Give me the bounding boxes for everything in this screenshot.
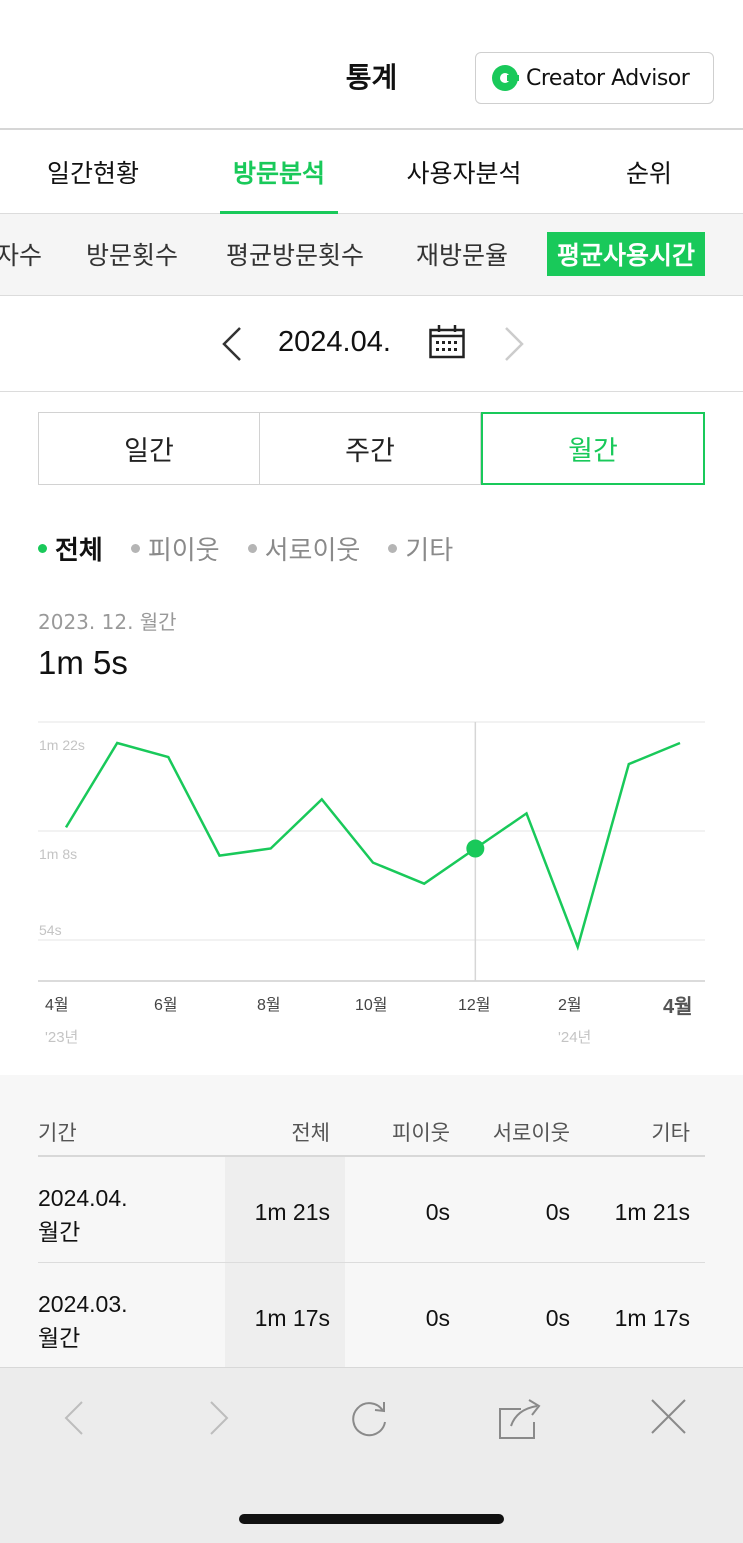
filter-dot-icon: [38, 544, 47, 553]
row-mutual: 0s: [545, 1199, 570, 1225]
current-date: 2024.04.: [278, 326, 391, 358]
highlighted-point[interactable]: [466, 839, 485, 858]
tab-visit-analysis[interactable]: 방문분석: [220, 130, 338, 215]
x-tick-label: 8월: [257, 996, 281, 1014]
tab-ranking[interactable]: 순위: [606, 130, 692, 214]
y-tick-label: 54s: [39, 922, 62, 938]
browser-toolbar: [0, 1367, 743, 1543]
col-other: 기타: [651, 1121, 690, 1145]
series-line: [64, 741, 681, 951]
audience-filters: 전체 피이웃 서로이웃 기타: [38, 530, 481, 567]
prev-date-icon[interactable]: [218, 326, 248, 362]
table-row[interactable]: 2024.03. 월간 1m 17s 0s 0s 1m 17s: [0, 1263, 743, 1369]
subtab-visitors[interactable]: 자수: [0, 232, 42, 276]
filter-dot-icon: [130, 544, 140, 553]
filter-other[interactable]: 기타: [388, 530, 453, 567]
sub-tabs: 자수 방문횟수 평균방문횟수 재방문율 평균사용시간: [0, 214, 743, 296]
row-neighbor: 0s: [425, 1199, 450, 1225]
main-tabs: 일간현황 방문분석 사용자분석 순위: [0, 130, 743, 215]
filter-mutual-neighbor[interactable]: 서로이웃: [247, 530, 361, 567]
subtab-avg-visit-count[interactable]: 평균방문횟수: [226, 232, 364, 276]
filter-dot-icon: [388, 544, 398, 553]
x-tick-label: 12월: [458, 996, 491, 1014]
row-period-date: 2024.03.: [38, 1291, 128, 1317]
date-navigator: 2024.04.: [0, 296, 743, 392]
table-row[interactable]: 2024.04. 월간 1m 21s 0s 0s 1m 21s: [0, 1157, 743, 1263]
period-weekly-button[interactable]: 주간: [260, 412, 481, 485]
filter-label: 서로이웃: [264, 536, 361, 566]
tab-daily-status[interactable]: 일간현황: [30, 130, 156, 214]
x-tick-label: 4월: [45, 996, 69, 1014]
row-total: 1m 21s: [254, 1199, 330, 1225]
calendar-icon[interactable]: [429, 325, 465, 359]
creator-advisor-label: Creator Advisor: [526, 65, 690, 91]
tab-user-analysis[interactable]: 사용자분석: [396, 130, 532, 214]
table-header: 기간 전체 피이웃 서로이웃 기타: [38, 1075, 705, 1157]
period-daily-button[interactable]: 일간: [38, 412, 260, 485]
header: 통계 Creator Advisor: [0, 0, 743, 130]
row-period-type: 월간: [38, 1325, 81, 1351]
share-icon[interactable]: [497, 1398, 543, 1440]
year-label: '24년: [558, 1029, 591, 1046]
creator-advisor-button[interactable]: Creator Advisor: [475, 52, 714, 104]
filter-neighbor[interactable]: 피이웃: [130, 530, 220, 567]
forward-icon[interactable]: [205, 1398, 235, 1438]
filter-label: 전체: [55, 536, 103, 566]
x-tick-label: 10월: [355, 996, 388, 1014]
col-mutual: 서로이웃: [492, 1121, 570, 1145]
next-date-icon[interactable]: [500, 326, 530, 362]
subtab-visit-count[interactable]: 방문횟수: [86, 232, 178, 276]
close-icon[interactable]: [650, 1398, 688, 1436]
filter-label: 기타: [405, 536, 454, 566]
home-indicator: [239, 1514, 504, 1524]
summary-period-label: 2023. 12. 월간: [38, 610, 177, 634]
summary-value: 1m 5s: [38, 644, 128, 681]
y-tick-label: 1m 22s: [39, 737, 85, 753]
subtab-avg-usage-time[interactable]: 평균사용시간: [547, 232, 706, 276]
row-mutual: 0s: [545, 1305, 570, 1331]
period-selector: 일간 주간 월간: [38, 412, 705, 485]
col-total: 전체: [291, 1121, 330, 1145]
y-tick-label: 1m 8s: [39, 846, 77, 862]
back-icon[interactable]: [58, 1398, 88, 1438]
stats-table: 기간 전체 피이웃 서로이웃 기타 2024.04. 월간 1m 21s 0s …: [0, 1075, 743, 1369]
x-tick-label: 6월: [154, 996, 178, 1014]
usage-time-chart[interactable]: 1m 22s 1m 8s 54s 4월 6월 8월 10월 12월 2월 4월 …: [0, 700, 743, 1060]
x-tick-label: 2월: [558, 996, 582, 1014]
x-tick-label-current: 4월: [663, 995, 693, 1018]
col-period: 기간: [38, 1121, 77, 1145]
row-period-date: 2024.04.: [38, 1185, 128, 1211]
row-period-type: 월간: [38, 1219, 81, 1245]
filter-label: 피이웃: [147, 536, 220, 566]
filter-all[interactable]: 전체: [38, 530, 103, 567]
creator-advisor-logo-icon: [492, 65, 519, 91]
filter-dot-icon: [247, 544, 257, 553]
row-other: 1m 17s: [614, 1305, 690, 1331]
row-total: 1m 17s: [254, 1305, 330, 1331]
row-other: 1m 21s: [614, 1199, 690, 1225]
year-label: '23년: [45, 1029, 78, 1046]
subtab-revisit-rate[interactable]: 재방문율: [416, 232, 508, 276]
reload-icon[interactable]: [350, 1398, 390, 1438]
period-monthly-button[interactable]: 월간: [481, 412, 705, 485]
col-neighbor: 피이웃: [392, 1121, 450, 1145]
row-neighbor: 0s: [425, 1305, 450, 1331]
